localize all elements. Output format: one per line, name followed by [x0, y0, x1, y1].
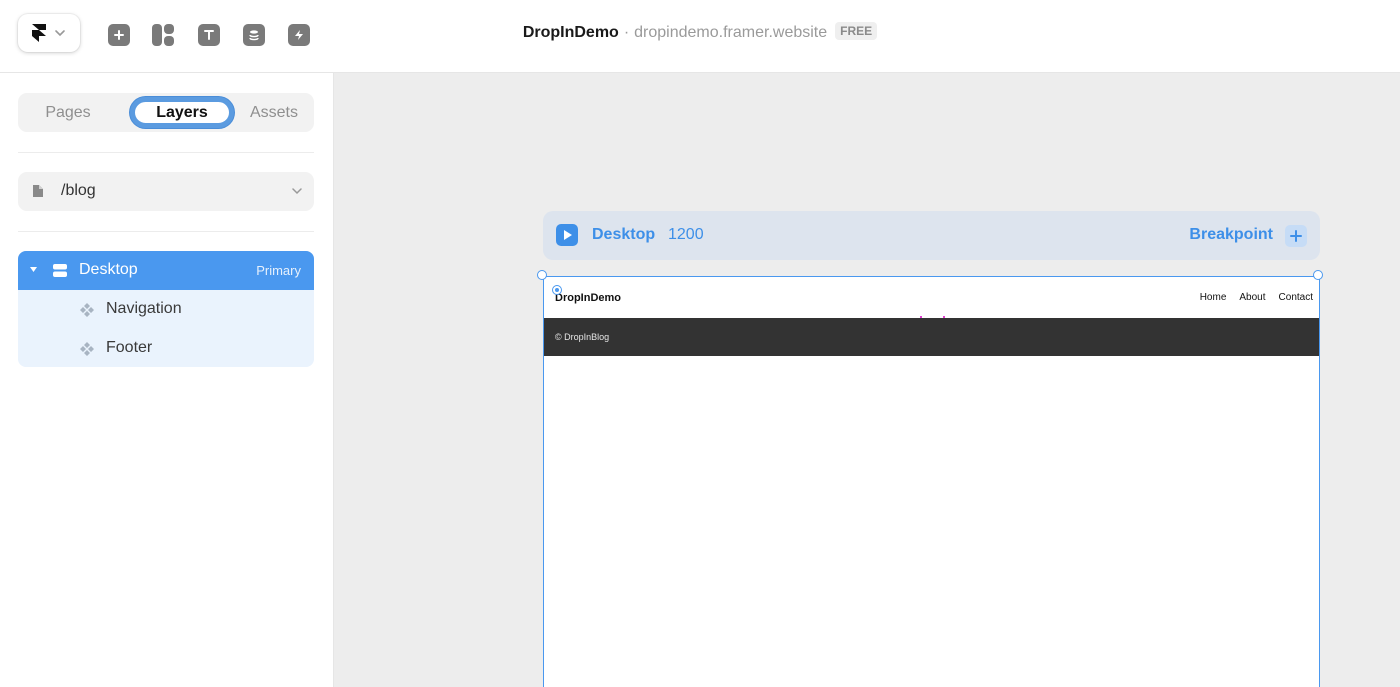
site-logo: DropInDemo: [555, 292, 621, 304]
tab-assets[interactable]: Assets: [234, 93, 314, 132]
component-icon: [80, 303, 94, 317]
chevron-down-icon: [292, 188, 302, 195]
site-navigation[interactable]: DropInDemo Home About Contact: [544, 277, 1319, 320]
divider: [18, 152, 314, 153]
layer-desktop[interactable]: Desktop Primary: [18, 251, 314, 290]
add-breakpoint-label[interactable]: Breakpoint: [1189, 226, 1273, 244]
component-icon: [80, 342, 94, 356]
tab-pages[interactable]: Pages: [18, 93, 118, 132]
add-breakpoint-button[interactable]: [1285, 225, 1307, 247]
top-toolbar: DropInDemo · dropindemo.framer.website FREE: [0, 0, 1400, 73]
resize-handle-top-right[interactable]: [1313, 270, 1323, 280]
nav-link-contact[interactable]: Contact: [1279, 292, 1313, 303]
title-separator: ·: [623, 24, 630, 41]
project-url[interactable]: dropindemo.framer.website: [634, 24, 827, 41]
panel-tabs: Pages Layers Assets: [18, 93, 314, 132]
target-origin-icon[interactable]: [552, 285, 562, 295]
nav-link-about[interactable]: About: [1239, 292, 1265, 303]
page-selector-label: /blog: [61, 182, 96, 199]
file-icon: [33, 185, 43, 197]
layer-footer[interactable]: Footer: [18, 329, 314, 367]
nav-link-home[interactable]: Home: [1200, 292, 1227, 303]
expand-triangle-icon[interactable]: [30, 267, 37, 272]
layers-tree: Desktop Primary Navigation Footer: [18, 251, 314, 367]
preview-button[interactable]: [556, 224, 578, 246]
left-panel: Pages Layers Assets /blog Desktop Primar…: [0, 73, 334, 687]
layer-name: Navigation: [106, 300, 182, 317]
breakpoint-frame-icon: [53, 264, 67, 277]
page-selector[interactable]: /blog: [18, 172, 314, 211]
breakpoint-width[interactable]: 1200: [668, 226, 704, 244]
tab-layers[interactable]: Layers: [130, 93, 234, 132]
plan-badge[interactable]: FREE: [835, 22, 878, 40]
desktop-frame[interactable]: DropInDemo Home About Contact © DropInBl…: [543, 276, 1320, 687]
breakpoint-bar: Desktop 1200 Breakpoint: [543, 211, 1320, 260]
site-nav-links: Home About Contact: [1200, 292, 1313, 303]
layer-name: Footer: [106, 339, 153, 356]
project-title: DropInDemo · dropindemo.framer.website FREE: [0, 22, 1400, 42]
plus-icon: [1290, 230, 1302, 242]
layer-navigation[interactable]: Navigation: [18, 290, 314, 329]
resize-handle-top-left[interactable]: [537, 270, 547, 280]
footer-copyright: © DropInBlog: [555, 332, 610, 342]
breakpoint-name[interactable]: Desktop: [592, 226, 655, 244]
layer-name: Desktop: [79, 261, 138, 278]
site-footer[interactable]: © DropInBlog: [544, 318, 1319, 356]
divider: [18, 231, 314, 232]
play-icon: [563, 230, 572, 240]
project-name: DropInDemo: [522, 24, 619, 41]
primary-tag: Primary: [256, 263, 301, 278]
